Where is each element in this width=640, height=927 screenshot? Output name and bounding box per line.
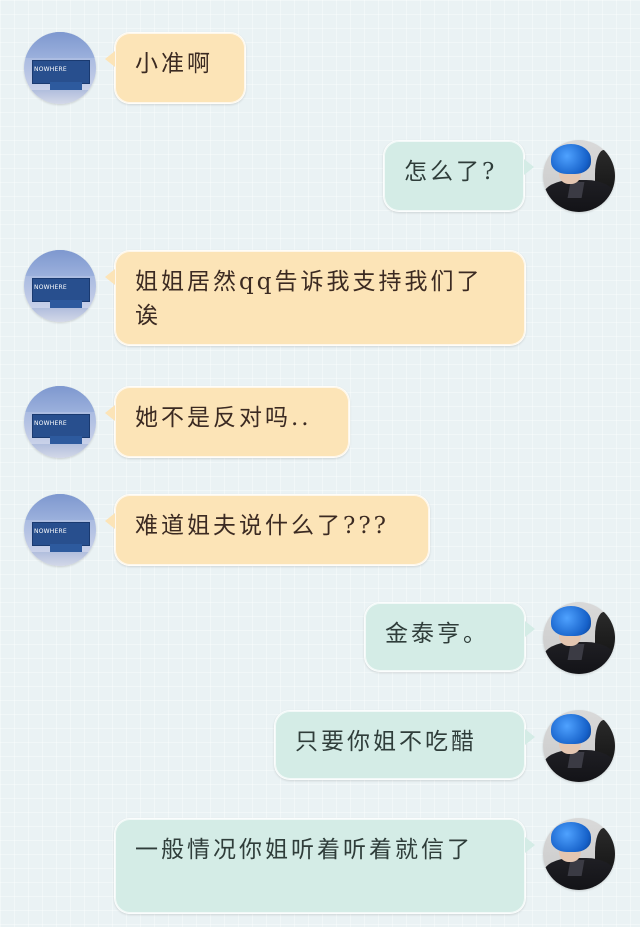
blue-hair-icon [551,714,591,744]
avatar-sign-text: NOWHERE [34,420,67,427]
blue-hair-icon [551,144,591,174]
message-text: 小准啊 [135,51,213,77]
message-bubble-sent[interactable]: 只要你姐不吃醋 [274,710,535,780]
message-bubble-received[interactable]: 姐姐居然qq告诉我支持我们了诶 [105,250,526,346]
avatar-ground [24,444,96,458]
avatar-collar [567,752,585,768]
avatar-sign-text: NOWHERE [34,284,67,291]
message-bubble-sent[interactable]: 一般情况你姐听着听着就信了 [114,818,535,914]
contact-avatar[interactable]: NOWHERE [24,494,96,566]
message-bubble-received[interactable]: 小准啊 [105,32,246,104]
avatar-collar [567,182,585,198]
message-bubble-sent[interactable]: 金泰亨。 [364,602,535,672]
avatar-ground [24,308,96,322]
blue-hair-icon [551,822,591,852]
chat-conversation: NOWHERE 小准啊 怎么了? NOWHERE 姐姐居然qq告诉我支持我们了诶… [0,0,640,927]
avatar-sky [24,494,96,520]
self-avatar[interactable] [543,818,615,890]
contact-avatar[interactable]: NOWHERE [24,386,96,458]
self-avatar[interactable] [543,710,615,782]
message-bubble-received[interactable]: 她不是反对吗.. [105,386,350,458]
self-avatar[interactable] [543,602,615,674]
self-avatar[interactable] [543,140,615,212]
message-text: 一般情况你姐听着听着就信了 [135,837,473,863]
avatar-sky [24,250,96,276]
avatar-sky [24,32,96,58]
message-text: 她不是反对吗.. [135,405,312,431]
blue-hair-icon [551,606,591,636]
message-text: 只要你姐不吃醋 [295,729,477,755]
avatar-ground [24,90,96,104]
avatar-collar [567,860,585,876]
message-text: 金泰亨。 [385,621,489,647]
message-bubble-received[interactable]: 难道姐夫说什么了??? [105,494,430,566]
avatar-sign-text: NOWHERE [34,66,67,73]
message-text: 姐姐居然qq告诉我支持我们了诶 [135,269,483,329]
avatar-ground [24,552,96,566]
contact-avatar[interactable]: NOWHERE [24,250,96,322]
contact-avatar[interactable]: NOWHERE [24,32,96,104]
message-text: 难道姐夫说什么了??? [135,513,389,539]
avatar-collar [567,644,585,660]
message-bubble-sent[interactable]: 怎么了? [383,140,534,212]
avatar-sky [24,386,96,412]
message-text: 怎么了? [404,159,498,185]
avatar-sign-text: NOWHERE [34,528,67,535]
